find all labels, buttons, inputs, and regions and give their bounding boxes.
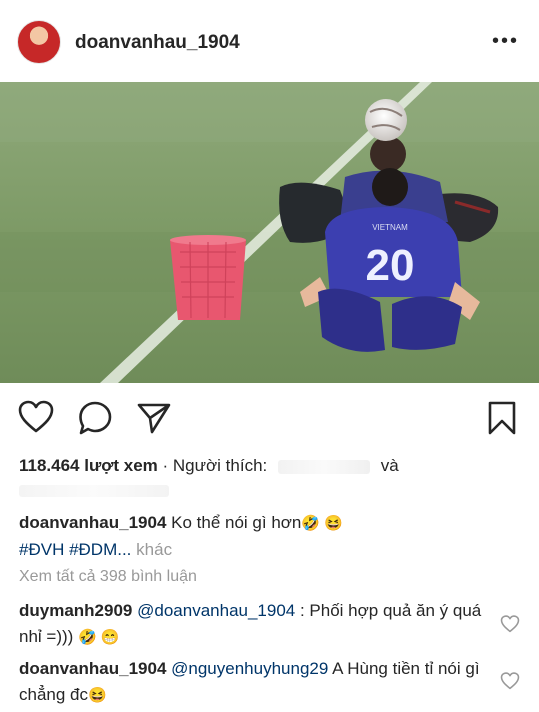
view-all-comments-link[interactable]: Xem tất cả 398 bình luận (19, 568, 197, 586)
comment-emoji: 🤣 😁 (78, 629, 120, 646)
comment-username[interactable]: duymanh2909 (19, 601, 132, 620)
comment-like-heart-icon[interactable] (500, 672, 520, 690)
caption-more-link[interactable]: khác (136, 540, 172, 559)
comment-mention[interactable]: @nguyenhuyhung29 (171, 659, 328, 678)
post-username[interactable]: doanvanhau_1904 (75, 32, 240, 54)
stats-separator: · (162, 456, 169, 475)
post-caption: doanvanhau_1904 Ko thể nói gì hơn🤣 😆 #ĐV… (19, 510, 519, 563)
liked-by-label: Người thích: (172, 456, 268, 475)
bookmark-icon[interactable] (487, 400, 517, 436)
caption-emoji: 🤣 😆 (301, 515, 343, 532)
post-stats: 118.464 lượt xem · Người thích: và (19, 456, 399, 476)
comment-icon[interactable] (78, 400, 114, 436)
comment-username[interactable]: doanvanhau_1904 (19, 659, 166, 678)
caption-username[interactable]: doanvanhau_1904 (19, 513, 166, 532)
more-options-icon[interactable]: ••• (492, 31, 519, 51)
blurred-username (277, 459, 370, 474)
and-label: và (380, 456, 399, 475)
comment-like-heart-icon[interactable] (500, 615, 520, 633)
caption-hashtags[interactable]: #ĐVH #ĐDM... (19, 540, 131, 559)
comment-item: duymanh2909 @doanvanhau_1904 : Phối hợp … (19, 598, 489, 651)
post-header: doanvanhau_1904 ••• (0, 0, 539, 82)
comment-mention[interactable]: @doanvanhau_1904 (137, 601, 295, 620)
view-count[interactable]: 118.464 lượt xem (19, 456, 158, 475)
comment-item: doanvanhau_1904 @nguyenhuyhung29 A Hùng … (19, 656, 489, 709)
blurred-usernames (19, 485, 169, 497)
comment-emoji: 😆 (88, 687, 107, 704)
action-bar (0, 398, 539, 438)
post-photo[interactable]: VIETNAM 20 (0, 82, 539, 383)
caption-text: Ko thể nói gì hơn (171, 513, 302, 532)
jersey-number: 20 (366, 241, 415, 290)
photo-image: VIETNAM 20 (0, 82, 539, 383)
send-icon[interactable] (136, 401, 172, 435)
avatar[interactable] (17, 20, 61, 64)
jersey-text: VIETNAM (372, 223, 408, 232)
heart-icon[interactable] (18, 400, 54, 434)
